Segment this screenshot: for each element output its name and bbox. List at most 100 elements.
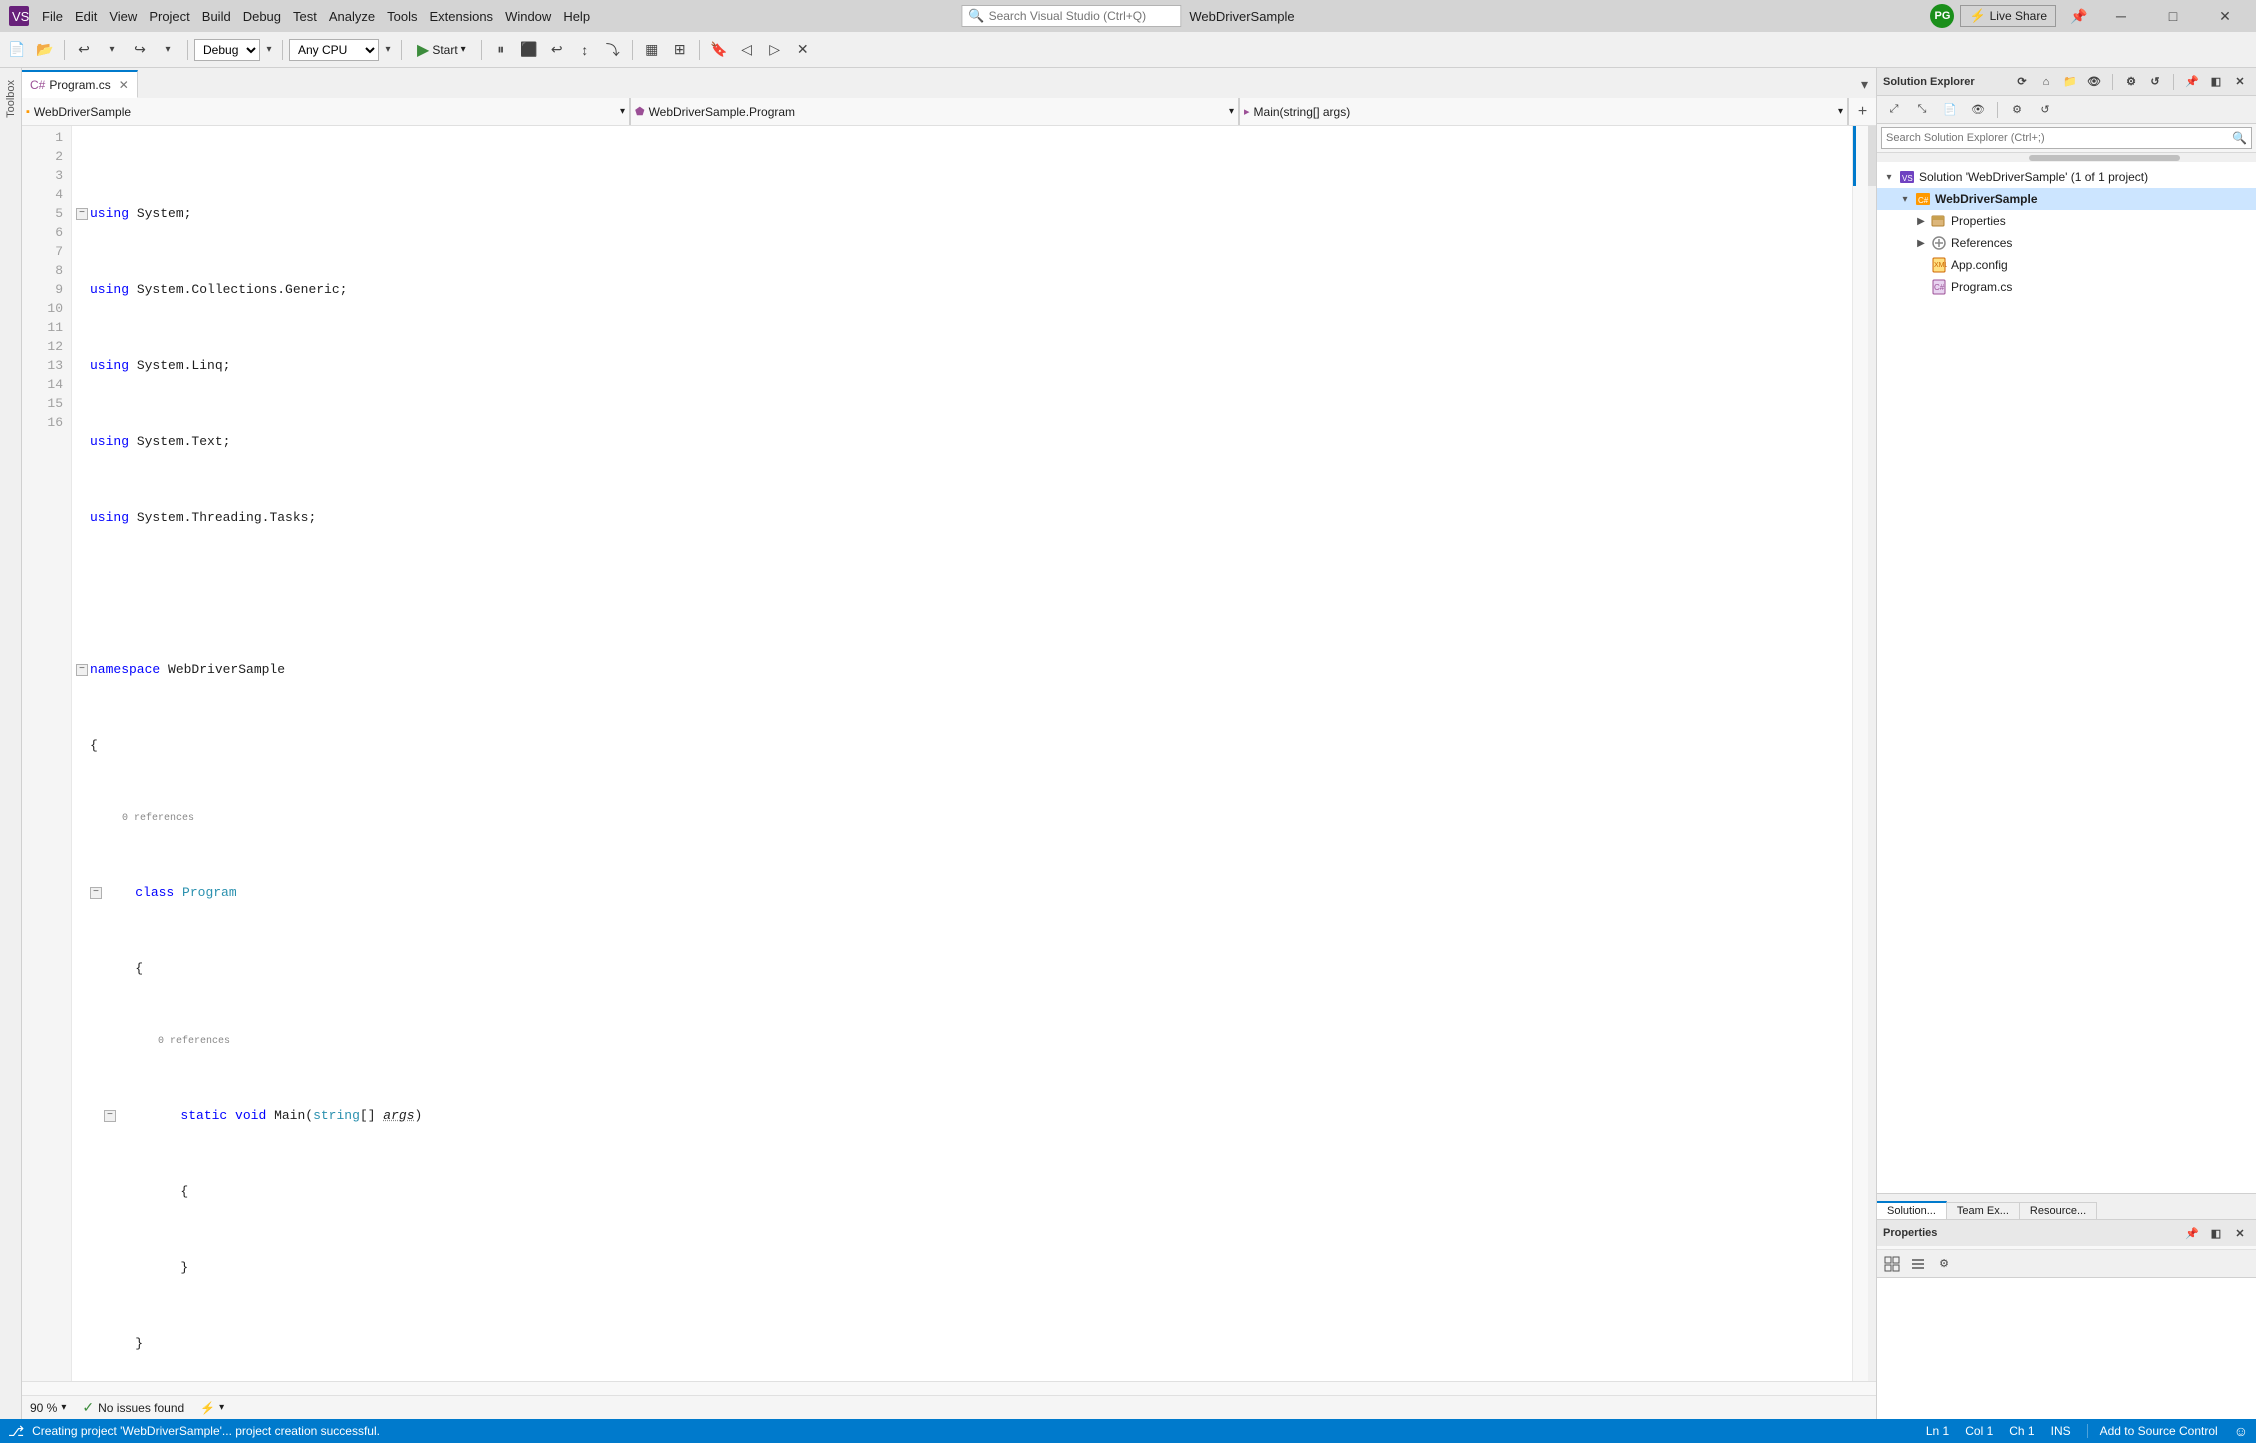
se-search-input[interactable] bbox=[1886, 132, 2228, 144]
tab-scroll-right-button[interactable]: ▾ bbox=[1853, 70, 1876, 98]
menu-project[interactable]: Project bbox=[143, 7, 195, 26]
tree-item-references[interactable]: ▶ References bbox=[1877, 232, 2256, 254]
prop-grid-view-btn[interactable] bbox=[1881, 1253, 1903, 1275]
toolbar-extra-2[interactable]: ⬛ bbox=[516, 37, 542, 63]
se-tab-solution[interactable]: Solution... bbox=[1877, 1201, 1947, 1219]
se-tb-3[interactable]: 📄 bbox=[1937, 97, 1963, 123]
tab-close-button[interactable]: ✕ bbox=[119, 78, 129, 92]
se-tab-teamex[interactable]: Team Ex... bbox=[1947, 1202, 2020, 1219]
global-search-input[interactable] bbox=[989, 9, 1169, 23]
live-share-button[interactable]: ⚡ Live Share bbox=[1960, 5, 2056, 27]
toolbar-table-icon[interactable]: ▦ bbox=[639, 37, 665, 63]
title-bar-left: VS File Edit View Project Build Debug Te… bbox=[8, 5, 596, 27]
code-editor[interactable]: 1 2 3 4 5 6 7 8 9 10 11 12 13 14 15 16 bbox=[22, 126, 1876, 1381]
platform-dropdown-arrow[interactable]: ▾ bbox=[381, 37, 395, 63]
zoom-dropdown-arrow[interactable]: ▾ bbox=[61, 1402, 66, 1413]
editor-horizontal-scrollbar[interactable] bbox=[22, 1381, 1876, 1395]
menu-help[interactable]: Help bbox=[557, 7, 596, 26]
debug-config-dropdown-arrow[interactable]: ▾ bbox=[262, 37, 276, 63]
right-panel: Solution Explorer ⟳ ⌂ 📁 👁 ⚙ ↺ 📌 ◧ ✕ bbox=[1876, 68, 2256, 1419]
redo-icon[interactable]: ↪ bbox=[127, 37, 153, 63]
maximize-button[interactable]: □ bbox=[2150, 0, 2196, 32]
tree-item-properties[interactable]: ▶ Properties bbox=[1877, 210, 2256, 232]
debug-config-dropdown[interactable]: Debug bbox=[194, 39, 260, 61]
se-show-all-btn[interactable]: 👁 bbox=[2084, 72, 2104, 92]
toolbar-grid-icon[interactable]: ⊞ bbox=[667, 37, 693, 63]
se-close-btn[interactable]: ✕ bbox=[2230, 72, 2250, 92]
menu-view[interactable]: View bbox=[103, 7, 143, 26]
properties-expand-icon[interactable]: ▶ bbox=[1913, 216, 1929, 227]
expand-btn-7[interactable]: − bbox=[76, 664, 88, 676]
menu-edit[interactable]: Edit bbox=[69, 7, 103, 26]
se-sync-btn[interactable]: ⟳ bbox=[2012, 72, 2032, 92]
tree-item-project[interactable]: ▾ C# WebDriverSample bbox=[1877, 188, 2256, 210]
se-tb-2[interactable]: ⤡ bbox=[1909, 97, 1935, 123]
platform-config-dropdown[interactable]: Any CPU bbox=[289, 39, 379, 61]
undo-icon[interactable]: ↩ bbox=[71, 37, 97, 63]
menu-window[interactable]: Window bbox=[499, 7, 557, 26]
expand-btn-11[interactable]: − bbox=[104, 1110, 116, 1122]
redo-dropdown-icon[interactable]: ▾ bbox=[155, 37, 181, 63]
open-icon[interactable]: 📂 bbox=[32, 37, 58, 63]
project-nav-dropdown[interactable]: ▪ WebDriverSample ▾ bbox=[22, 98, 630, 125]
toolbar-extra-4[interactable]: ↕ bbox=[572, 37, 598, 63]
menu-debug[interactable]: Debug bbox=[237, 7, 287, 26]
prop-close-btn[interactable]: ✕ bbox=[2230, 1223, 2250, 1243]
vertical-scrollbar[interactable] bbox=[1852, 126, 1868, 1381]
minimize-button[interactable]: ─ bbox=[2098, 0, 2144, 32]
toolbar-bm-next-icon[interactable]: ▷ bbox=[762, 37, 788, 63]
menu-file[interactable]: File bbox=[36, 7, 69, 26]
toolbox-panel[interactable]: Toolbox bbox=[0, 68, 22, 1419]
add-source-control[interactable]: Add to Source Control bbox=[2087, 1424, 2218, 1438]
pin-icon[interactable]: 📌 bbox=[2066, 3, 2092, 29]
tree-item-solution[interactable]: ▾ VS Solution 'WebDriverSample' (1 of 1 … bbox=[1877, 166, 2256, 188]
tab-program-cs[interactable]: C# Program.cs ✕ bbox=[22, 70, 138, 98]
prop-pin-btn[interactable]: 📌 bbox=[2182, 1223, 2202, 1243]
se-home-btn[interactable]: ⌂ bbox=[2036, 72, 2056, 92]
se-tb-1[interactable]: ⤢ bbox=[1881, 97, 1907, 123]
new-project-icon[interactable]: 📄 bbox=[4, 37, 30, 63]
nav-add-button[interactable]: + bbox=[1848, 98, 1876, 125]
solution-expand-icon[interactable]: ▾ bbox=[1881, 172, 1897, 183]
undo-dropdown-icon[interactable]: ▾ bbox=[99, 37, 125, 63]
se-pin-btn[interactable]: 📌 bbox=[2182, 72, 2202, 92]
error-list-icon-area[interactable]: ⚡ ▾ bbox=[200, 1401, 224, 1415]
se-settings-btn[interactable]: ⚙ bbox=[2121, 72, 2141, 92]
menu-analyze[interactable]: Analyze bbox=[323, 7, 381, 26]
toolbar-extra-5[interactable]: ⤵ bbox=[600, 37, 626, 63]
se-tab-resource[interactable]: Resource... bbox=[2020, 1202, 2097, 1219]
close-button[interactable]: ✕ bbox=[2202, 0, 2248, 32]
prop-auto-hide-btn[interactable]: ◧ bbox=[2206, 1223, 2226, 1243]
se-auto-hide-btn[interactable]: ◧ bbox=[2206, 72, 2226, 92]
menu-extensions[interactable]: Extensions bbox=[423, 7, 499, 26]
references-expand-icon[interactable]: ▶ bbox=[1913, 238, 1929, 249]
project-expand-icon[interactable]: ▾ bbox=[1897, 194, 1913, 205]
menu-test[interactable]: Test bbox=[287, 7, 323, 26]
toolbar-bm-clear-icon[interactable]: ✕ bbox=[790, 37, 816, 63]
tree-item-programcs[interactable]: C# Program.cs bbox=[1877, 276, 2256, 298]
se-refresh-btn[interactable]: ↺ bbox=[2145, 72, 2165, 92]
toolbar-bm-prev-icon[interactable]: ◁ bbox=[734, 37, 760, 63]
se-horizontal-scrollbar[interactable] bbox=[1877, 152, 2256, 162]
expand-btn-9[interactable]: − bbox=[90, 887, 102, 899]
toolbar-extra-1[interactable]: ⏸ bbox=[488, 37, 514, 63]
tree-item-appconfig[interactable]: XML App.config bbox=[1877, 254, 2256, 276]
feedback-icon[interactable]: ☺ bbox=[2234, 1423, 2248, 1439]
avatar[interactable]: PG bbox=[1930, 4, 1954, 28]
se-folder-btn[interactable]: 📁 bbox=[2060, 72, 2080, 92]
expand-btn-1[interactable]: − bbox=[76, 208, 88, 220]
prop-category-view-btn[interactable] bbox=[1907, 1253, 1929, 1275]
toolbar-extra-3[interactable]: ↩ bbox=[544, 37, 570, 63]
class-nav-dropdown[interactable]: ⬟ WebDriverSample.Program ▾ bbox=[630, 98, 1239, 125]
start-button[interactable]: ▶ Start ▾ bbox=[408, 37, 475, 63]
menu-build[interactable]: Build bbox=[196, 7, 237, 26]
toolbar-bookmark-icon[interactable]: 🔖 bbox=[706, 37, 732, 63]
se-tb-5[interactable]: ⚙ bbox=[2004, 97, 2030, 123]
se-tb-6[interactable]: ↺ bbox=[2032, 97, 2058, 123]
zoom-control[interactable]: 90 % ▾ bbox=[30, 1401, 66, 1415]
prop-sort-btn[interactable]: ⚙ bbox=[1933, 1253, 1955, 1275]
method-nav-dropdown[interactable]: ▸ Main(string[] args) ▾ bbox=[1239, 98, 1848, 125]
se-tb-4[interactable]: 👁 bbox=[1965, 97, 1991, 123]
menu-tools[interactable]: Tools bbox=[381, 7, 423, 26]
code-content-area[interactable]: −using System; using System.Collections.… bbox=[72, 126, 1852, 1381]
